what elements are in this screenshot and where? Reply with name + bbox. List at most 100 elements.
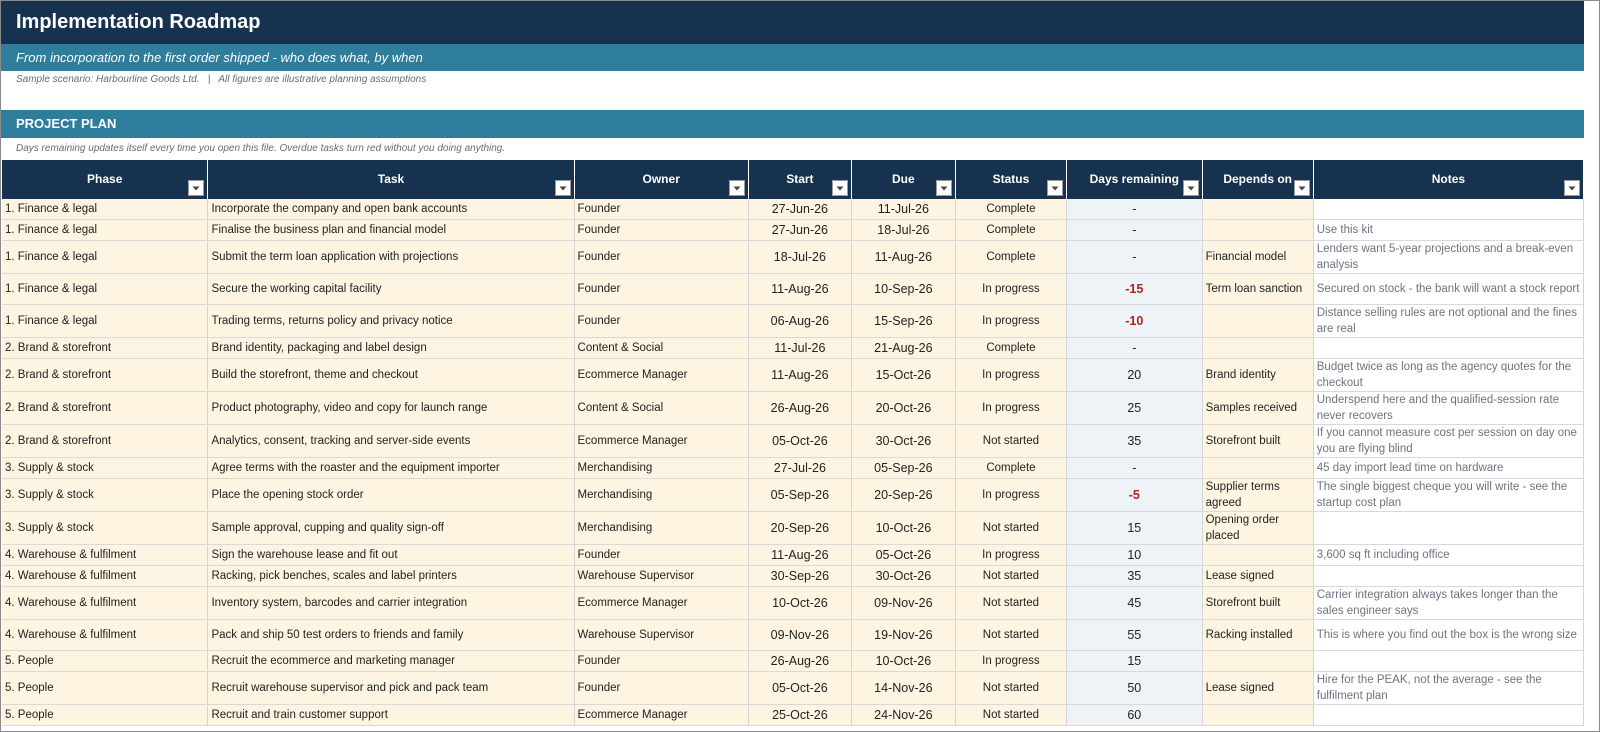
depends-on-cell[interactable]: Financial model <box>1202 240 1314 274</box>
phase-cell[interactable]: 4. Warehouse & fulfilment <box>2 586 209 620</box>
owner-cell[interactable]: Founder <box>574 671 749 705</box>
phase-cell[interactable]: 3. Supply & stock <box>2 478 209 512</box>
days-remaining-cell[interactable]: 50 <box>1066 671 1203 705</box>
depends-on-cell[interactable] <box>1202 544 1314 566</box>
filter-dropdown-icon[interactable] <box>831 180 848 196</box>
due-date-cell[interactable]: 14-Nov-26 <box>851 671 956 705</box>
days-remaining-cell[interactable]: 55 <box>1066 619 1203 651</box>
days-remaining-cell[interactable]: -10 <box>1066 304 1203 338</box>
notes-cell[interactable]: Underspend here and the qualified-sessio… <box>1313 391 1585 425</box>
start-date-cell[interactable]: 30-Sep-26 <box>748 565 852 587</box>
owner-cell[interactable]: Ecommerce Manager <box>574 586 749 620</box>
depends-on-cell[interactable] <box>1202 704 1314 726</box>
notes-cell[interactable] <box>1313 650 1585 672</box>
days-remaining-cell[interactable]: 15 <box>1066 511 1203 545</box>
notes-cell[interactable]: This is where you find out the box is th… <box>1313 619 1585 651</box>
status-cell[interactable]: Not started <box>955 619 1068 651</box>
task-cell[interactable]: Sign the warehouse lease and fit out <box>207 544 575 566</box>
start-date-cell[interactable]: 25-Oct-26 <box>748 704 852 726</box>
depends-on-cell[interactable]: Term loan sanction <box>1202 273 1314 305</box>
days-remaining-cell[interactable]: -15 <box>1066 273 1203 305</box>
filter-dropdown-icon[interactable] <box>1293 180 1310 196</box>
due-date-cell[interactable]: 19-Nov-26 <box>851 619 956 651</box>
status-cell[interactable]: Not started <box>955 704 1068 726</box>
filter-dropdown-icon[interactable] <box>188 180 205 196</box>
phase-cell[interactable]: 5. People <box>2 671 209 705</box>
days-remaining-cell[interactable]: 35 <box>1066 565 1203 587</box>
task-cell[interactable]: Build the storefront, theme and checkout <box>207 358 575 392</box>
due-date-cell[interactable]: 30-Oct-26 <box>851 565 956 587</box>
phase-cell[interactable]: 1. Finance & legal <box>2 219 209 241</box>
days-remaining-cell[interactable]: 45 <box>1066 586 1203 620</box>
due-date-cell[interactable]: 11-Jul-26 <box>851 199 956 220</box>
due-date-cell[interactable]: 21-Aug-26 <box>851 337 956 359</box>
due-date-cell[interactable]: 30-Oct-26 <box>851 424 956 458</box>
start-date-cell[interactable]: 05-Oct-26 <box>748 424 852 458</box>
depends-on-cell[interactable]: Racking installed <box>1202 619 1314 651</box>
status-cell[interactable]: In progress <box>955 358 1068 392</box>
depends-on-cell[interactable]: Supplier terms agreed <box>1202 478 1314 512</box>
task-cell[interactable]: Submit the term loan application with pr… <box>207 240 575 274</box>
status-cell[interactable]: Not started <box>955 424 1068 458</box>
phase-cell[interactable]: 1. Finance & legal <box>2 199 209 220</box>
task-cell[interactable]: Recruit warehouse supervisor and pick an… <box>207 671 575 705</box>
notes-cell[interactable]: Secured on stock - the bank will want a … <box>1313 273 1585 305</box>
depends-on-cell[interactable]: Lease signed <box>1202 565 1314 587</box>
owner-cell[interactable]: Merchandising <box>574 478 749 512</box>
status-cell[interactable]: Not started <box>955 511 1068 545</box>
start-date-cell[interactable]: 06-Aug-26 <box>748 304 852 338</box>
due-date-cell[interactable]: 24-Nov-26 <box>851 704 956 726</box>
due-date-cell[interactable]: 09-Nov-26 <box>851 586 956 620</box>
notes-cell[interactable]: Use this kit <box>1313 219 1585 241</box>
start-date-cell[interactable]: 27-Jun-26 <box>748 199 852 220</box>
start-date-cell[interactable]: 11-Jul-26 <box>748 337 852 359</box>
notes-cell[interactable] <box>1313 337 1585 359</box>
phase-cell[interactable]: 1. Finance & legal <box>2 273 209 305</box>
status-cell[interactable]: Complete <box>955 199 1068 220</box>
depends-on-cell[interactable] <box>1202 219 1314 241</box>
start-date-cell[interactable]: 27-Jun-26 <box>748 219 852 241</box>
due-date-cell[interactable]: 05-Oct-26 <box>851 544 956 566</box>
start-date-cell[interactable]: 11-Aug-26 <box>748 273 852 305</box>
filter-dropdown-icon[interactable] <box>1047 180 1063 196</box>
status-cell[interactable]: In progress <box>955 273 1068 305</box>
notes-cell[interactable]: The single biggest cheque you will write… <box>1313 478 1585 512</box>
notes-cell[interactable] <box>1313 704 1585 726</box>
start-date-cell[interactable]: 18-Jul-26 <box>748 240 852 274</box>
owner-cell[interactable]: Founder <box>574 240 749 274</box>
status-cell[interactable]: In progress <box>955 391 1068 425</box>
task-cell[interactable]: Secure the working capital facility <box>207 273 575 305</box>
due-date-cell[interactable]: 10-Oct-26 <box>851 650 956 672</box>
owner-cell[interactable]: Founder <box>574 304 749 338</box>
phase-cell[interactable]: 2. Brand & storefront <box>2 337 209 359</box>
notes-cell[interactable]: 45 day import lead time on hardware <box>1313 457 1585 479</box>
depends-on-cell[interactable] <box>1202 304 1314 338</box>
start-date-cell[interactable]: 27-Jul-26 <box>748 457 852 479</box>
filter-dropdown-icon[interactable] <box>554 180 571 196</box>
days-remaining-cell[interactable]: - <box>1066 199 1203 220</box>
phase-cell[interactable]: 3. Supply & stock <box>2 457 209 479</box>
days-remaining-cell[interactable]: - <box>1066 219 1203 241</box>
phase-cell[interactable]: 1. Finance & legal <box>2 240 209 274</box>
owner-cell[interactable]: Ecommerce Manager <box>574 424 749 458</box>
due-date-cell[interactable]: 15-Sep-26 <box>851 304 956 338</box>
owner-cell[interactable]: Founder <box>574 544 749 566</box>
status-cell[interactable]: In progress <box>955 304 1068 338</box>
task-cell[interactable]: Trading terms, returns policy and privac… <box>207 304 575 338</box>
phase-cell[interactable]: 1. Finance & legal <box>2 304 209 338</box>
filter-dropdown-icon[interactable] <box>728 180 745 196</box>
task-cell[interactable]: Recruit the ecommerce and marketing mana… <box>207 650 575 672</box>
notes-cell[interactable]: Hire for the PEAK, not the average - see… <box>1313 671 1585 705</box>
owner-cell[interactable]: Ecommerce Manager <box>574 704 749 726</box>
start-date-cell[interactable]: 09-Nov-26 <box>748 619 852 651</box>
days-remaining-cell[interactable]: 25 <box>1066 391 1203 425</box>
task-cell[interactable]: Agree terms with the roaster and the equ… <box>207 457 575 479</box>
owner-cell[interactable]: Content & Social <box>574 391 749 425</box>
due-date-cell[interactable]: 20-Oct-26 <box>851 391 956 425</box>
owner-cell[interactable]: Content & Social <box>574 337 749 359</box>
due-date-cell[interactable]: 10-Oct-26 <box>851 511 956 545</box>
depends-on-cell[interactable]: Storefront built <box>1202 424 1314 458</box>
start-date-cell[interactable]: 26-Aug-26 <box>748 391 852 425</box>
days-remaining-cell[interactable]: - <box>1066 457 1203 479</box>
start-date-cell[interactable]: 05-Sep-26 <box>748 478 852 512</box>
